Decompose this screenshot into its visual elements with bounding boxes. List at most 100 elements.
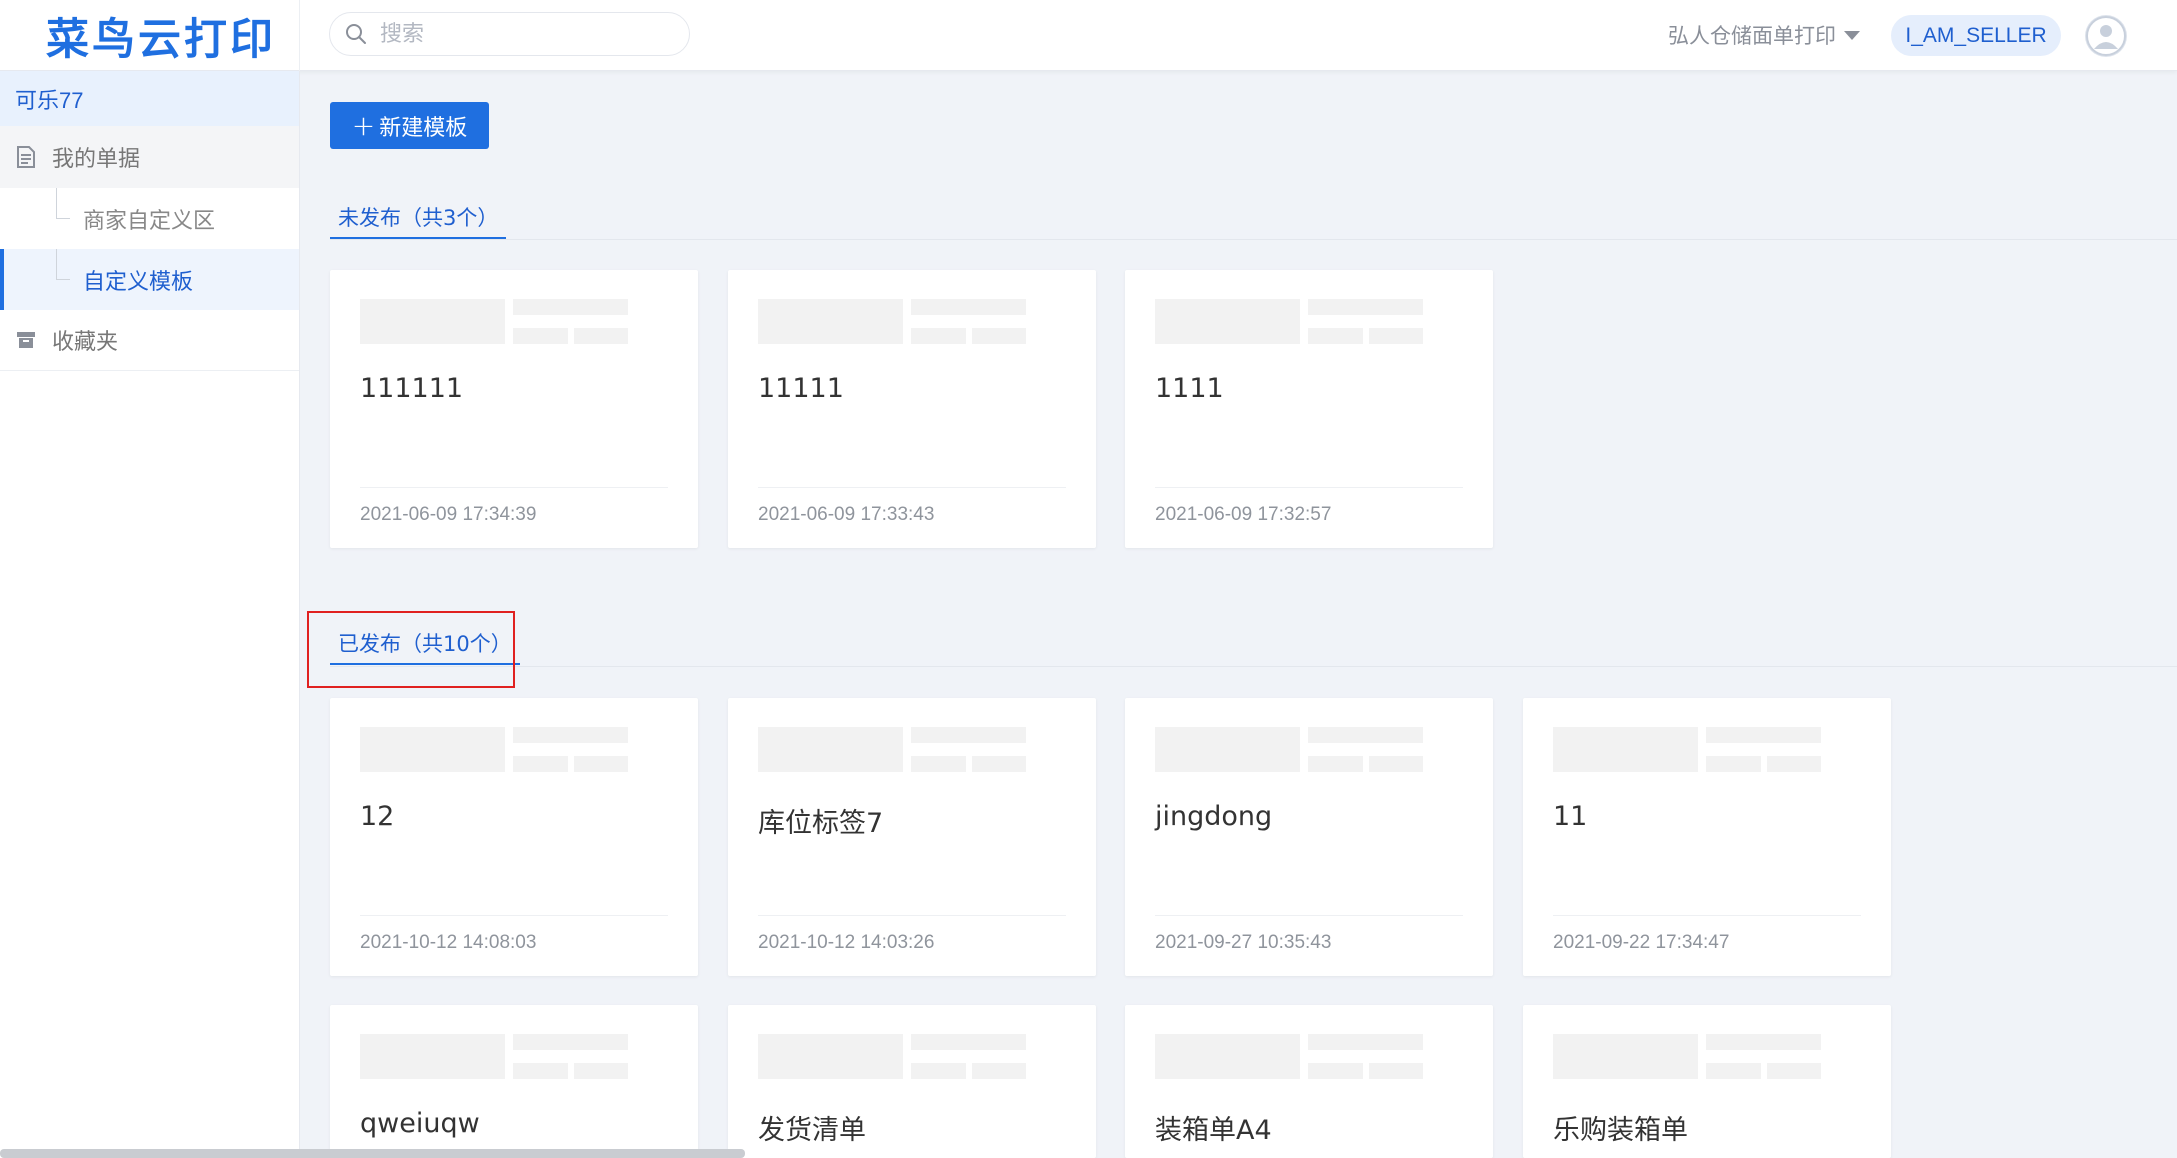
thumbnail-placeholder (513, 1034, 628, 1050)
new-template-label: 新建模板 (379, 115, 468, 141)
card-divider (1155, 915, 1463, 916)
thumbnail-placeholder (1308, 299, 1423, 315)
new-template-button[interactable]: + 新建模板 (330, 102, 489, 149)
template-date: 2021-06-09 17:34:39 (360, 504, 537, 525)
template-card[interactable]: 12 2021-10-12 14:08:03 (330, 698, 698, 976)
thumbnail-placeholder (1308, 1034, 1423, 1050)
thumbnail-placeholder (972, 756, 1026, 772)
section-divider (330, 239, 2177, 240)
logo[interactable]: 菜鸟云打印 (0, 0, 300, 71)
horizontal-scrollbar[interactable] (0, 1149, 745, 1158)
template-date: 2021-10-12 14:03:26 (758, 932, 935, 953)
template-name: qweiuqw (360, 1108, 480, 1139)
template-card[interactable]: 111111 2021-06-09 17:34:39 (330, 270, 698, 548)
shop-selector[interactable]: 弘人仓储面单打印 (1668, 18, 1860, 52)
thumbnail-placeholder (758, 299, 903, 344)
thumbnail-placeholder (911, 1063, 966, 1079)
template-card[interactable]: 1111 2021-06-09 17:32:57 (1125, 270, 1493, 548)
template-date: 2021-10-12 14:08:03 (360, 932, 537, 953)
template-name: 装箱单A4 (1155, 1115, 1272, 1146)
user-avatar-icon[interactable] (2085, 15, 2127, 57)
thumbnail-placeholder (574, 328, 628, 344)
template-card[interactable]: 乐购装箱单 (1523, 1005, 1891, 1158)
card-divider (360, 487, 668, 488)
template-card[interactable]: qweiuqw (330, 1005, 698, 1158)
template-card[interactable]: jingdong 2021-09-27 10:35:43 (1125, 698, 1493, 976)
thumbnail-placeholder (1706, 756, 1761, 772)
template-card[interactable]: 发货清单 (728, 1005, 1096, 1158)
sidebar-user[interactable]: 可乐77 (0, 71, 299, 126)
top-header: 菜鸟云打印 弘人仓储面单打印 I_AM_SELLER (0, 0, 2177, 71)
thumbnail-placeholder (1706, 727, 1821, 743)
sidebar-item-label: 商家自定义区 (83, 208, 216, 234)
document-icon (17, 146, 35, 168)
thumbnail-placeholder (1369, 328, 1423, 344)
tree-tick (56, 218, 70, 219)
sidebar-item-favorites[interactable]: 收藏夹 (0, 310, 299, 371)
template-name: jingdong (1155, 801, 1273, 832)
template-card[interactable]: 装箱单A4 (1125, 1005, 1493, 1158)
chevron-down-icon (1844, 30, 1860, 40)
thumbnail-placeholder (1553, 727, 1698, 772)
section-divider (330, 666, 2177, 667)
thumbnail-placeholder (574, 1063, 628, 1079)
thumbnail-placeholder (1706, 1034, 1821, 1050)
sidebar: 可乐77 我的单据 商家自定义区 自定义模板 收藏夹 (0, 71, 300, 1158)
template-name: 库位标签7 (758, 808, 884, 839)
archive-icon (17, 332, 35, 348)
thumbnail-placeholder (513, 756, 568, 772)
card-divider (360, 915, 668, 916)
thumbnail-placeholder (513, 299, 628, 315)
thumbnail-placeholder (513, 727, 628, 743)
highlight-annotation-box (307, 611, 515, 688)
tree-line (56, 249, 57, 279)
template-date: 2021-06-09 17:33:43 (758, 504, 935, 525)
thumbnail-placeholder (911, 299, 1026, 315)
template-name: 111111 (360, 373, 464, 404)
template-date: 2021-09-27 10:35:43 (1155, 932, 1332, 953)
tree-tick (56, 279, 70, 280)
search-box[interactable] (329, 12, 690, 56)
template-name: 发货清单 (758, 1115, 866, 1146)
template-card[interactable]: 11111 2021-06-09 17:33:43 (728, 270, 1096, 548)
tab-unpublished[interactable]: 未发布（共3个） (330, 197, 507, 239)
role-badge[interactable]: I_AM_SELLER (1891, 15, 2061, 56)
template-name: 1111 (1155, 373, 1224, 404)
template-date: 2021-09-22 17:34:47 (1553, 932, 1730, 953)
thumbnail-placeholder (360, 1034, 505, 1079)
sidebar-item-label: 收藏夹 (52, 330, 119, 355)
template-name: 12 (360, 801, 395, 832)
template-card[interactable]: 11 2021-09-22 17:34:47 (1523, 698, 1891, 976)
card-divider (758, 487, 1066, 488)
thumbnail-placeholder (1369, 1063, 1423, 1079)
thumbnail-placeholder (972, 328, 1026, 344)
thumbnail-placeholder (758, 1034, 903, 1079)
thumbnail-placeholder (758, 727, 903, 772)
sidebar-item-merchant-custom[interactable]: 商家自定义区 (0, 188, 299, 249)
thumbnail-placeholder (360, 299, 505, 344)
thumbnail-placeholder (911, 727, 1026, 743)
sidebar-group-label: 我的单据 (52, 147, 141, 172)
thumbnail-placeholder (972, 1063, 1026, 1079)
sidebar-item-custom-template[interactable]: 自定义模板 (0, 249, 299, 310)
template-card[interactable]: 库位标签7 2021-10-12 14:03:26 (728, 698, 1096, 976)
sidebar-group-my-docs[interactable]: 我的单据 (0, 126, 299, 188)
thumbnail-placeholder (1369, 756, 1423, 772)
template-name: 11 (1553, 801, 1588, 832)
search-input[interactable] (380, 21, 670, 47)
thumbnail-placeholder (1155, 299, 1300, 344)
thumbnail-placeholder (1308, 756, 1363, 772)
card-divider (758, 915, 1066, 916)
thumbnail-placeholder (574, 756, 628, 772)
sidebar-item-label: 自定义模板 (83, 269, 194, 295)
thumbnail-placeholder (911, 328, 966, 344)
thumbnail-placeholder (513, 328, 568, 344)
thumbnail-placeholder (1155, 1034, 1300, 1079)
thumbnail-placeholder (513, 1063, 568, 1079)
template-name: 11111 (758, 373, 844, 404)
thumbnail-placeholder (360, 727, 505, 772)
shop-name: 弘人仓储面单打印 (1668, 24, 1836, 48)
tree-line (56, 188, 57, 218)
logo-text: 菜鸟云打印 (46, 14, 276, 65)
thumbnail-placeholder (1155, 727, 1300, 772)
